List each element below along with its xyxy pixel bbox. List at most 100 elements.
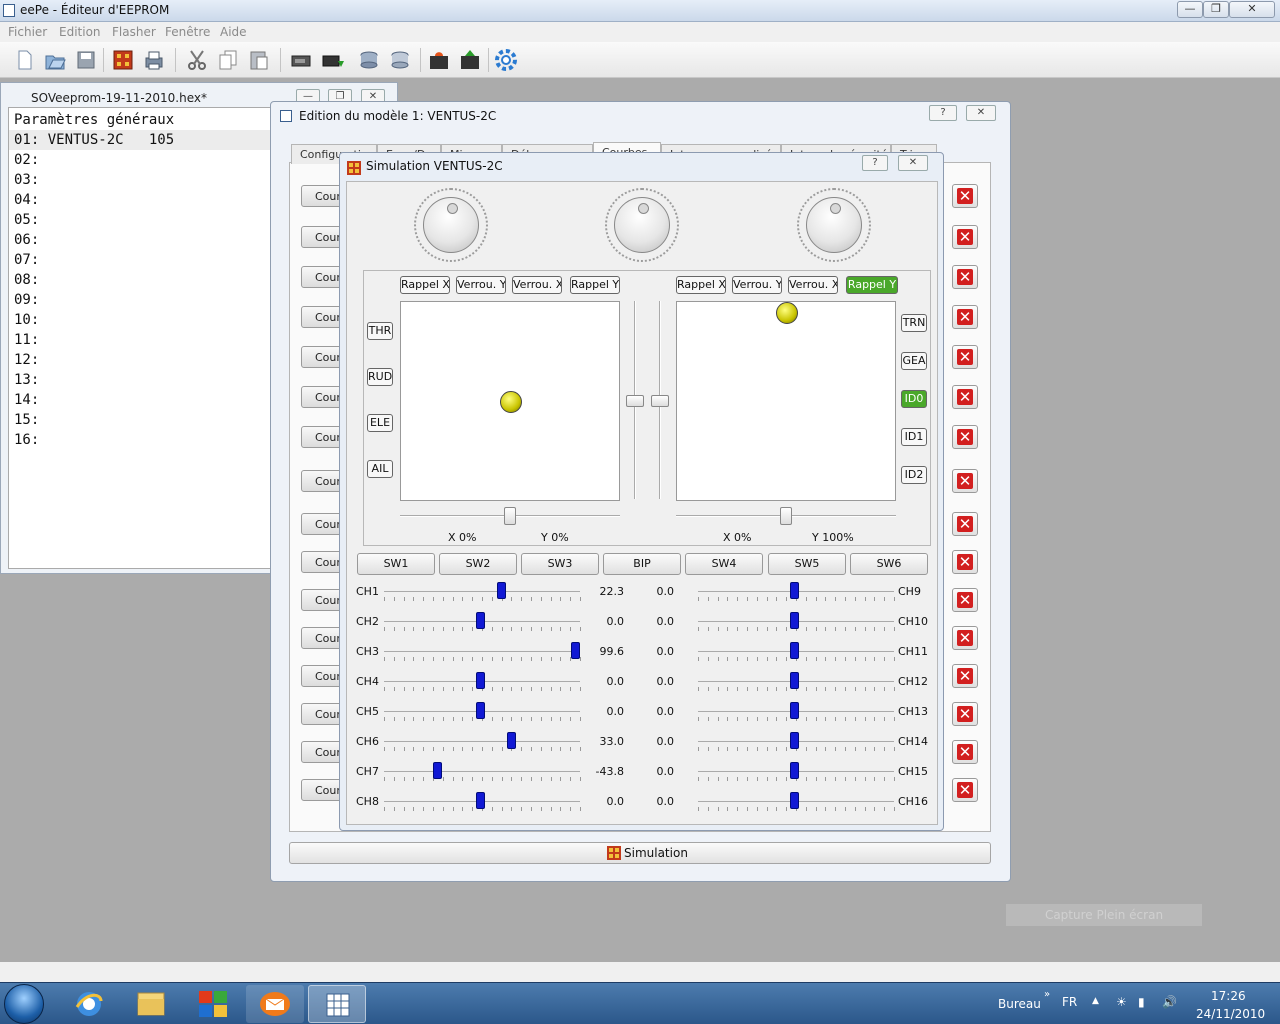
model-slot-row[interactable]: 15:: [14, 410, 39, 430]
channel-slider-handle[interactable]: [507, 732, 516, 749]
tray-expand-icon[interactable]: ▲: [1092, 996, 1099, 1006]
model-slot-row[interactable]: 07:: [14, 250, 39, 270]
menu-edition[interactable]: Edition: [59, 25, 101, 39]
left-toggle-verrouy[interactable]: Verrou. Y: [456, 276, 506, 294]
sim-help-button[interactable]: ?: [862, 155, 888, 171]
model-slot-row[interactable]: 08:: [14, 270, 39, 290]
switch-button-sw6[interactable]: SW6: [850, 553, 928, 575]
save-icon[interactable]: [74, 48, 98, 72]
volume-icon[interactable]: 🔊: [1162, 995, 1177, 1009]
pot-1-dial[interactable]: [423, 197, 479, 253]
cut-icon[interactable]: [185, 48, 209, 72]
pot-3-dial[interactable]: [806, 197, 862, 253]
delete-curve-button[interactable]: ✕: [952, 778, 978, 802]
model-close-button[interactable]: ✕: [966, 105, 996, 121]
menu-fichier[interactable]: Fichier: [8, 25, 47, 39]
close-button[interactable]: ✕: [1229, 1, 1275, 18]
delete-curve-button[interactable]: ✕: [952, 626, 978, 650]
channel-slider-handle[interactable]: [475, 612, 485, 629]
menu-flasher[interactable]: Flasher: [112, 25, 156, 39]
left-trim-vertical-handle[interactable]: [626, 395, 644, 407]
delete-curve-button[interactable]: ✕: [952, 225, 978, 249]
start-button[interactable]: [4, 984, 44, 1024]
print-icon[interactable]: [142, 48, 166, 72]
right-stick-pad[interactable]: [676, 301, 896, 501]
switch-gea[interactable]: GEA: [901, 352, 927, 370]
switch-ail[interactable]: AIL: [367, 460, 393, 478]
file-explorer-icon[interactable]: [122, 985, 180, 1023]
channel-slider-handle[interactable]: [789, 792, 799, 809]
channel-slider-handle[interactable]: [789, 582, 799, 599]
burn-write-icon[interactable]: [458, 48, 482, 72]
left-toggle-rappely[interactable]: Rappel Y: [570, 276, 620, 294]
copy-icon[interactable]: [216, 48, 240, 72]
model-slot-row[interactable]: 11:: [14, 330, 39, 350]
delete-curve-button[interactable]: ✕: [952, 305, 978, 329]
delete-curve-button[interactable]: ✕: [952, 702, 978, 726]
maximize-button[interactable]: ❐: [1203, 1, 1229, 18]
menu-aide[interactable]: Aide: [220, 25, 247, 39]
delete-curve-button[interactable]: ✕: [952, 425, 978, 449]
right-trim-horizontal-handle[interactable]: [780, 507, 792, 525]
desktop-toolbar[interactable]: Bureau: [998, 997, 1041, 1011]
model-help-button[interactable]: ?: [929, 105, 957, 121]
signal-icon[interactable]: ▮: [1138, 995, 1145, 1009]
switch-id1[interactable]: ID1: [901, 428, 927, 446]
switch-thr[interactable]: THR: [367, 322, 393, 340]
left-toggle-verroux[interactable]: Verrou. X: [512, 276, 562, 294]
clock-time[interactable]: 17:26: [1211, 989, 1246, 1003]
switch-button-sw1[interactable]: SW1: [357, 553, 435, 575]
open-file-icon[interactable]: [43, 48, 67, 72]
delete-curve-button[interactable]: ✕: [952, 740, 978, 764]
new-file-icon[interactable]: [12, 48, 36, 72]
channel-slider-handle[interactable]: [789, 672, 799, 689]
write-eeprom-icon[interactable]: [388, 48, 412, 72]
channel-slider-handle[interactable]: [789, 702, 799, 719]
chip-programmer-icon[interactable]: [111, 48, 135, 72]
left-stick-ball[interactable]: [500, 391, 522, 413]
switch-button-bip[interactable]: BIP: [603, 553, 681, 575]
channel-slider-handle[interactable]: [789, 642, 799, 659]
channel-slider-handle[interactable]: [475, 792, 485, 809]
network-icon[interactable]: ☀: [1116, 995, 1127, 1009]
delete-curve-button[interactable]: ✕: [952, 588, 978, 612]
chevron-right-icon[interactable]: »: [1044, 989, 1050, 1000]
channel-slider-handle[interactable]: [475, 672, 485, 689]
model-slot-row[interactable]: 12:: [14, 350, 39, 370]
channel-slider-handle[interactable]: [475, 702, 485, 719]
switch-ele[interactable]: ELE: [367, 414, 393, 432]
model-slot-row[interactable]: 04:: [14, 190, 39, 210]
switch-rud[interactable]: RUD: [367, 368, 393, 386]
windows-media-icon[interactable]: [184, 985, 242, 1023]
switch-button-sw2[interactable]: SW2: [439, 553, 517, 575]
channel-slider-handle[interactable]: [571, 642, 580, 659]
paste-icon[interactable]: [247, 48, 271, 72]
minimize-button[interactable]: —: [1177, 1, 1203, 18]
channel-slider-handle[interactable]: [789, 732, 799, 749]
model-slot-row[interactable]: 14:: [14, 390, 39, 410]
switch-trn[interactable]: TRN: [901, 314, 927, 332]
delete-curve-button[interactable]: ✕: [952, 664, 978, 688]
model-slot-row[interactable]: 10:: [14, 310, 39, 330]
menu-fenetre[interactable]: Fenêtre: [165, 25, 210, 39]
left-toggle-rappelx[interactable]: Rappel X: [400, 276, 450, 294]
language-indicator[interactable]: FR: [1062, 995, 1077, 1009]
model-slot-row[interactable]: 16:: [14, 430, 39, 450]
delete-curve-button[interactable]: ✕: [952, 469, 978, 493]
burn-read-icon[interactable]: [427, 48, 451, 72]
switch-button-sw5[interactable]: SW5: [768, 553, 846, 575]
switch-id0[interactable]: ID0: [901, 390, 927, 408]
delete-curve-button[interactable]: ✕: [952, 512, 978, 536]
right-toggle-rappely[interactable]: Rappel Y: [846, 276, 898, 294]
model-slot-row[interactable]: 03:: [14, 170, 39, 190]
switch-button-sw4[interactable]: SW4: [685, 553, 763, 575]
channel-slider-handle[interactable]: [789, 762, 799, 779]
right-toggle-verrouy[interactable]: Verrou. Y: [732, 276, 782, 294]
right-trim-vertical-handle[interactable]: [651, 395, 669, 407]
eepe-taskbar-icon[interactable]: [308, 985, 366, 1023]
model-slot-row[interactable]: 09:: [14, 290, 39, 310]
mail-icon[interactable]: [246, 985, 304, 1023]
delete-curve-button[interactable]: ✕: [952, 550, 978, 574]
write-to-radio-icon[interactable]: [321, 48, 345, 72]
clock-date[interactable]: 24/11/2010: [1196, 1007, 1265, 1021]
